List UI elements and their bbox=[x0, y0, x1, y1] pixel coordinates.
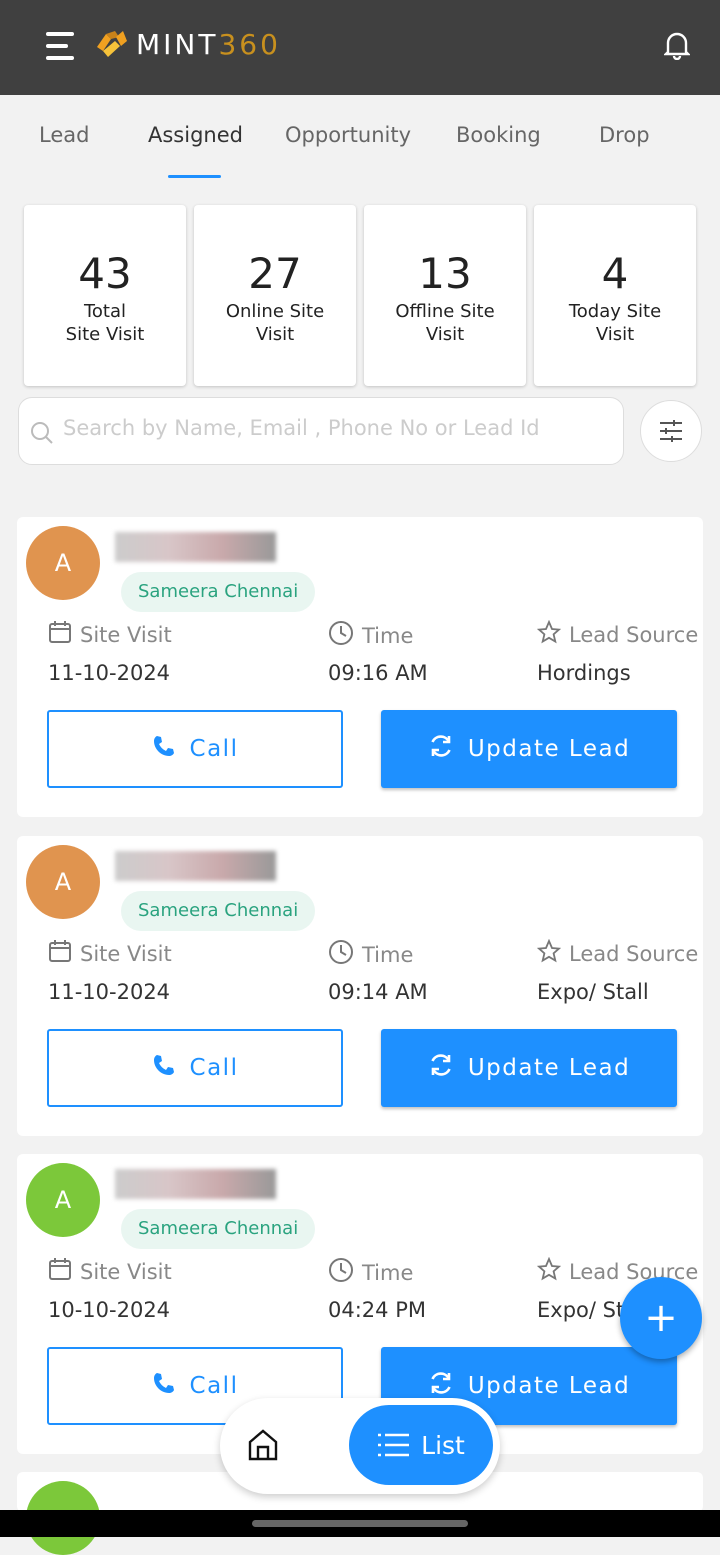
update-lead-button[interactable]: Update Lead bbox=[381, 1029, 677, 1107]
tab-booking[interactable]: Booking bbox=[456, 123, 541, 147]
home-icon[interactable] bbox=[246, 1428, 280, 1462]
lead-name-redacted bbox=[115, 532, 276, 562]
lead-card[interactable]: A Sameera Chennai Site Visit Time Lead S… bbox=[17, 836, 703, 1136]
label-text: Time bbox=[362, 623, 414, 648]
stat-offline-site-visit[interactable]: 13 Offline Site Visit bbox=[364, 205, 526, 386]
app-header: MINT 360 bbox=[0, 0, 720, 95]
call-label: Call bbox=[189, 1055, 239, 1081]
sliders-icon bbox=[660, 420, 682, 442]
avatar: A bbox=[26, 845, 100, 919]
avatar: A bbox=[26, 1163, 100, 1237]
bottom-nav: List bbox=[220, 1398, 500, 1494]
time-label: Time bbox=[328, 939, 413, 970]
nav-list-label: List bbox=[421, 1430, 465, 1460]
calendar-icon bbox=[48, 620, 72, 649]
stat-today-site-visit[interactable]: 4 Today Site Visit bbox=[534, 205, 696, 386]
stat-value: 27 bbox=[248, 249, 302, 298]
lead-card[interactable]: A Sameera Chennai Site Visit Time Lead S… bbox=[17, 517, 703, 817]
tab-opportunity[interactable]: Opportunity bbox=[285, 123, 411, 147]
site-visit-label: Site Visit bbox=[48, 620, 172, 649]
refresh-icon bbox=[428, 733, 454, 765]
star-icon bbox=[536, 1256, 562, 1286]
calendar-icon bbox=[48, 1257, 72, 1286]
stat-label: Online Site Visit bbox=[225, 301, 325, 345]
clock-icon bbox=[328, 620, 354, 651]
tab-drop[interactable]: Drop bbox=[599, 123, 650, 147]
call-button[interactable]: Call bbox=[47, 710, 343, 788]
update-label: Update Lead bbox=[467, 1055, 631, 1081]
owner-badge: Sameera Chennai bbox=[121, 572, 316, 612]
site-visit-label: Site Visit bbox=[48, 1257, 172, 1286]
phone-icon bbox=[152, 1053, 176, 1083]
lead-source-label: Lead Source bbox=[536, 938, 699, 968]
label-text: Time bbox=[362, 942, 414, 967]
tab-lead[interactable]: Lead bbox=[39, 123, 89, 147]
visit-time: 04:24 PM bbox=[328, 1298, 426, 1322]
visit-time: 09:16 AM bbox=[328, 661, 428, 685]
visit-time: 09:14 AM bbox=[328, 980, 428, 1004]
list-icon bbox=[378, 1433, 410, 1457]
home-gesture-handle[interactable] bbox=[252, 1520, 468, 1527]
lead-name-redacted bbox=[115, 1169, 276, 1199]
label-text: Site Visit bbox=[80, 1259, 172, 1284]
owner-badge: Sameera Chennai bbox=[121, 891, 316, 931]
tab-bar: Lead Assigned Opportunity Booking Drop bbox=[0, 95, 720, 185]
add-lead-button[interactable]: + bbox=[620, 1277, 702, 1359]
label-text: Lead Source bbox=[569, 622, 699, 647]
stat-value: 13 bbox=[418, 249, 472, 298]
update-label: Update Lead bbox=[467, 1373, 631, 1399]
nav-list-button[interactable]: List bbox=[349, 1405, 493, 1485]
lead-source-value: Hordings bbox=[537, 661, 631, 685]
stat-label: Offline Site Visit bbox=[395, 301, 495, 345]
tab-assigned[interactable]: Assigned bbox=[148, 123, 243, 147]
call-label: Call bbox=[189, 1373, 239, 1399]
stat-value: 43 bbox=[78, 249, 132, 298]
clock-icon bbox=[328, 939, 354, 970]
lead-source-label: Lead Source bbox=[536, 619, 699, 649]
label-text: Site Visit bbox=[80, 941, 172, 966]
call-label: Call bbox=[189, 736, 239, 762]
stat-online-site-visit[interactable]: 27 Online Site Visit bbox=[194, 205, 356, 386]
logo-mark-icon bbox=[97, 30, 127, 57]
search-input[interactable] bbox=[63, 416, 613, 440]
stat-value: 4 bbox=[601, 249, 629, 298]
update-label: Update Lead bbox=[467, 736, 631, 762]
label-text: Lead Source bbox=[569, 941, 699, 966]
label-text: Time bbox=[362, 1260, 414, 1285]
menu-icon[interactable] bbox=[46, 32, 76, 60]
site-visit-date: 11-10-2024 bbox=[48, 980, 171, 1004]
time-label: Time bbox=[328, 620, 413, 651]
bell-icon[interactable] bbox=[664, 30, 690, 60]
brand-name: MINT bbox=[136, 28, 219, 61]
lead-name-redacted bbox=[115, 851, 276, 881]
site-visit-date: 10-10-2024 bbox=[48, 1298, 171, 1322]
stat-label: Today Site Visit bbox=[568, 301, 662, 345]
site-visit-date: 11-10-2024 bbox=[48, 661, 171, 685]
star-icon bbox=[536, 619, 562, 649]
avatar: A bbox=[26, 526, 100, 600]
site-visit-label: Site Visit bbox=[48, 939, 172, 968]
search-box bbox=[18, 397, 624, 465]
stat-total-site-visit[interactable]: 43 Total Site Visit bbox=[24, 205, 186, 386]
clock-icon bbox=[328, 1257, 354, 1288]
search-icon bbox=[31, 422, 53, 444]
phone-icon bbox=[152, 734, 176, 764]
label-text: Lead Source bbox=[569, 1259, 699, 1284]
lead-source-value: Expo/ Stall bbox=[537, 980, 649, 1004]
brand-number: 360 bbox=[218, 28, 281, 61]
update-lead-button[interactable]: Update Lead bbox=[381, 710, 677, 788]
owner-badge: Sameera Chennai bbox=[121, 1209, 316, 1249]
time-label: Time bbox=[328, 1257, 413, 1288]
star-icon bbox=[536, 938, 562, 968]
stat-label: Total Site Visit bbox=[65, 301, 145, 345]
active-tab-indicator bbox=[168, 175, 221, 178]
refresh-icon bbox=[428, 1052, 454, 1084]
phone-icon bbox=[152, 1371, 176, 1401]
call-button[interactable]: Call bbox=[47, 1029, 343, 1107]
label-text: Site Visit bbox=[80, 622, 172, 647]
filter-button[interactable] bbox=[640, 400, 702, 462]
logo: MINT 360 bbox=[94, 28, 281, 61]
calendar-icon bbox=[48, 939, 72, 968]
